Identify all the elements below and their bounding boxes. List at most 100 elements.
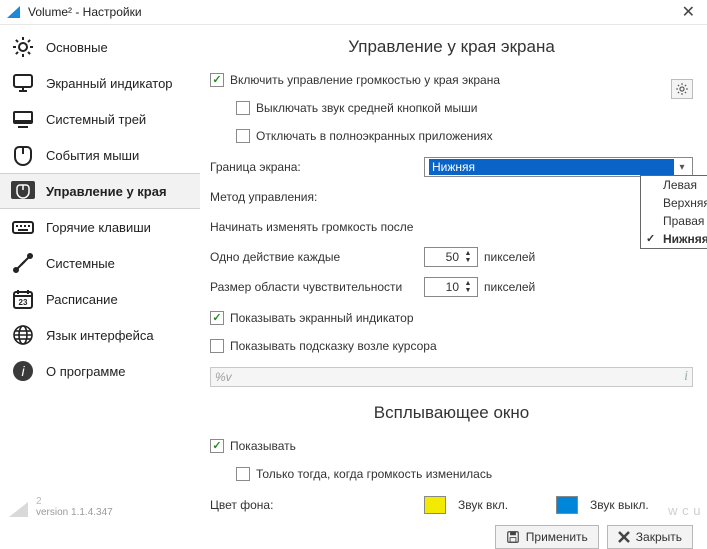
sidebar-item-system[interactable]: Системные bbox=[0, 245, 200, 281]
checkbox-icon bbox=[236, 129, 250, 143]
checkbox-label: Выключать звук средней кнопкой мыши bbox=[256, 101, 477, 115]
keyboard-icon bbox=[10, 214, 36, 240]
checkbox-enable-edge[interactable]: Включить управление громкостью у края эк… bbox=[210, 67, 693, 93]
unit-label: пикселей bbox=[484, 280, 535, 294]
border-combobox[interactable]: Нижняя ▾ bbox=[424, 157, 693, 177]
checkbox-icon bbox=[210, 339, 224, 353]
mouse-edge-icon bbox=[10, 178, 36, 204]
calendar-icon: 23 bbox=[10, 286, 36, 312]
border-dropdown-list[interactable]: Левая Верхняя Правая ✓Нижняя bbox=[640, 175, 707, 249]
checkbox-label: Показывать подсказку возле курсора bbox=[230, 339, 437, 353]
sidebar-item-label: Экранный индикатор bbox=[46, 76, 173, 91]
dropdown-option[interactable]: Левая bbox=[641, 176, 707, 194]
unit-label: пикселей bbox=[484, 250, 535, 264]
content-panel: Управление у края экрана Включить управл… bbox=[200, 25, 707, 525]
start-after-label: Начинать изменять громкость после bbox=[210, 220, 424, 234]
sidebar-item-edge[interactable]: Управление у края bbox=[0, 173, 200, 209]
button-label: Применить bbox=[526, 530, 588, 544]
sidebar-item-label: Основные bbox=[46, 40, 108, 55]
color-swatch-off[interactable] bbox=[556, 496, 578, 514]
section-heading-popup: Всплывающее окно bbox=[210, 403, 693, 423]
checkbox-icon bbox=[210, 311, 224, 325]
one-action-label: Одно действие каждые bbox=[210, 250, 424, 264]
dropdown-option[interactable]: Верхняя bbox=[641, 194, 707, 212]
window-title: Volume² - Настройки bbox=[28, 5, 676, 19]
sidebar-item-tray[interactable]: Системный трей bbox=[0, 101, 200, 137]
monitor-icon bbox=[10, 70, 36, 96]
tray-icon bbox=[10, 106, 36, 132]
checkbox-show-osd[interactable]: Показывать экранный индикатор bbox=[210, 305, 693, 331]
version-num: 2 bbox=[36, 497, 113, 507]
checkbox-label: Отключать в полноэкранных приложениях bbox=[256, 129, 493, 143]
spinner-up-icon[interactable]: ▲ bbox=[461, 280, 475, 287]
sidebar-item-osd[interactable]: Экранный индикатор bbox=[0, 65, 200, 101]
checkbox-show-hint[interactable]: Показывать подсказку возле курсора bbox=[210, 333, 693, 359]
watermark-text: w c u bbox=[668, 503, 701, 518]
sidebar-item-schedule[interactable]: 23 Расписание bbox=[0, 281, 200, 317]
sidebar: Основные Экранный индикатор Системный тр… bbox=[0, 25, 200, 525]
checkbox-icon bbox=[236, 101, 250, 115]
checkbox-icon bbox=[210, 439, 224, 453]
section-heading-edge: Управление у края экрана bbox=[210, 37, 693, 57]
apply-button[interactable]: Применить bbox=[495, 525, 599, 549]
save-icon bbox=[506, 530, 520, 544]
spinner-value: 50 bbox=[425, 250, 461, 264]
mouse-icon bbox=[10, 142, 36, 168]
checkbox-icon bbox=[210, 73, 224, 87]
checkbox-mute-middle[interactable]: Выключать звук средней кнопкой мыши bbox=[236, 95, 693, 121]
tools-icon bbox=[10, 250, 36, 276]
spinner-up-icon[interactable]: ▲ bbox=[461, 250, 475, 257]
close-icon bbox=[618, 531, 630, 543]
check-icon: ✓ bbox=[646, 232, 655, 245]
sidebar-item-label: Горячие клавиши bbox=[46, 220, 151, 235]
settings-gear-button[interactable] bbox=[671, 79, 693, 99]
svg-text:23: 23 bbox=[19, 298, 28, 307]
sound-on-label: Звук вкл. bbox=[458, 498, 508, 512]
sidebar-item-about[interactable]: i О программе bbox=[0, 353, 200, 389]
spinner-value: 10 bbox=[425, 280, 461, 294]
checkbox-label: Показывать экранный индикатор bbox=[230, 311, 414, 325]
one-action-spinner[interactable]: 50 ▲▼ bbox=[424, 247, 478, 267]
info-icon: i bbox=[10, 358, 36, 384]
titlebar: Volume² - Настройки ✕ bbox=[0, 0, 707, 25]
checkbox-label: Показывать bbox=[230, 439, 296, 453]
sidebar-item-label: События мыши bbox=[46, 148, 139, 163]
method-label: Метод управления: bbox=[210, 190, 424, 204]
spinner-down-icon[interactable]: ▼ bbox=[461, 257, 475, 264]
dropdown-option[interactable]: Правая bbox=[641, 212, 707, 230]
gear-icon bbox=[10, 34, 36, 60]
checkbox-popup-show[interactable]: Показывать bbox=[210, 433, 693, 459]
sidebar-item-mouse[interactable]: События мыши bbox=[0, 137, 200, 173]
sound-off-label: Звук выкл. bbox=[590, 498, 649, 512]
hint-placeholder: %v bbox=[215, 370, 232, 384]
checkbox-label: Только тогда, когда громкость изменилась bbox=[256, 467, 492, 481]
hint-format-input: %v i bbox=[210, 367, 693, 387]
checkbox-icon bbox=[236, 467, 250, 481]
info-icon[interactable]: i bbox=[684, 369, 688, 385]
color-swatch-on[interactable] bbox=[424, 496, 446, 514]
sidebar-item-label: Системный трей bbox=[46, 112, 146, 127]
sidebar-item-main[interactable]: Основные bbox=[0, 29, 200, 65]
checkbox-label: Включить управление громкостью у края эк… bbox=[230, 73, 500, 87]
sidebar-item-hotkeys[interactable]: Горячие клавиши bbox=[0, 209, 200, 245]
sidebar-item-label: Язык интерфейса bbox=[46, 328, 154, 343]
app-logo-icon bbox=[8, 500, 30, 518]
dropdown-option-selected[interactable]: ✓Нижняя bbox=[641, 230, 707, 248]
sidebar-item-label: Управление у края bbox=[46, 184, 167, 199]
globe-icon bbox=[10, 322, 36, 348]
sidebar-item-label: Системные bbox=[46, 256, 115, 271]
chevron-down-icon: ▾ bbox=[674, 162, 690, 173]
button-label: Закрыть bbox=[636, 530, 682, 544]
spinner-down-icon[interactable]: ▼ bbox=[461, 287, 475, 294]
close-button[interactable]: ✕ bbox=[676, 0, 701, 24]
sidebar-item-label: О программе bbox=[46, 364, 126, 379]
checkbox-popup-only-when[interactable]: Только тогда, когда громкость изменилась bbox=[236, 461, 693, 487]
sensitivity-spinner[interactable]: 10 ▲▼ bbox=[424, 277, 478, 297]
version-area: 2 version 1.1.4.347 bbox=[8, 497, 113, 518]
border-label: Граница экрана: bbox=[210, 160, 424, 174]
app-logo-icon bbox=[6, 4, 22, 20]
version-text: version 1.1.4.347 bbox=[36, 507, 113, 518]
checkbox-disable-fullscreen[interactable]: Отключать в полноэкранных приложениях bbox=[236, 123, 693, 149]
sidebar-item-language[interactable]: Язык интерфейса bbox=[0, 317, 200, 353]
close-button[interactable]: Закрыть bbox=[607, 525, 693, 549]
